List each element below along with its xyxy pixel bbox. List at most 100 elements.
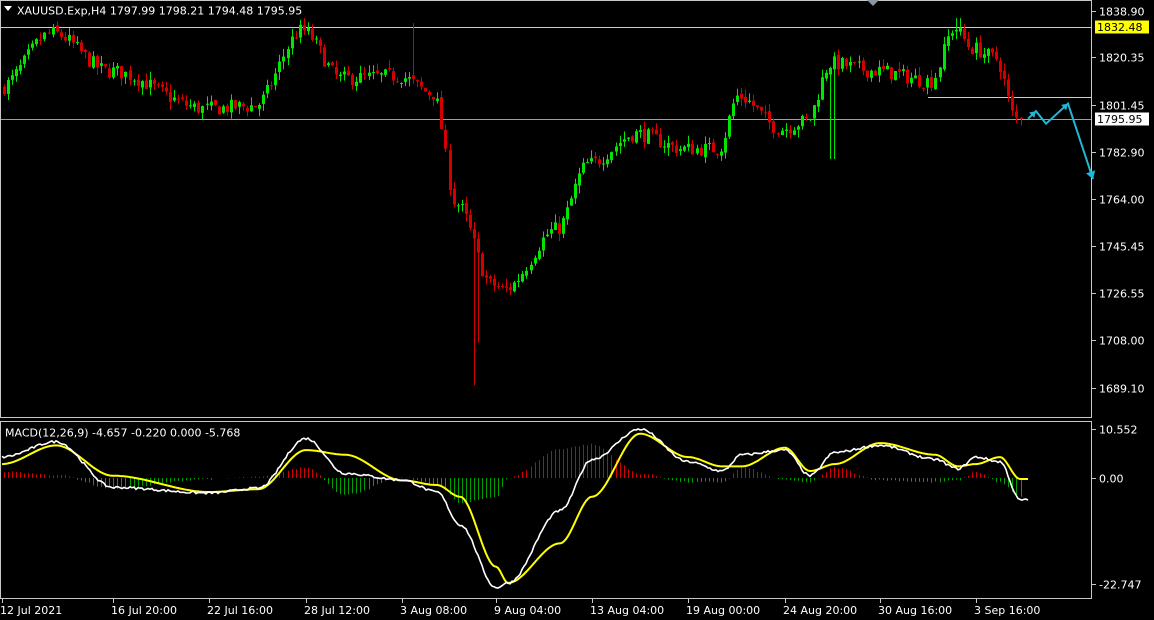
candle-body	[465, 202, 468, 214]
time-tick-label: 22 Jul 16:00	[207, 604, 273, 617]
candle-body	[987, 48, 990, 56]
price-tick-label: 1782.90	[1099, 147, 1145, 160]
candle-body	[254, 105, 257, 108]
candle-body	[671, 142, 674, 145]
candle-body	[343, 71, 346, 75]
candle-body	[943, 44, 946, 70]
candle-body	[655, 129, 658, 135]
candle-body	[299, 24, 302, 38]
candle-body	[902, 69, 905, 71]
candle-body	[821, 77, 824, 100]
candle-body	[485, 275, 488, 278]
candle-body	[740, 93, 743, 99]
candle-body	[19, 65, 22, 71]
candle-body	[129, 70, 132, 81]
candle-body	[898, 69, 901, 72]
candle-body	[501, 286, 504, 288]
candle-body	[833, 56, 836, 70]
candle-body	[76, 41, 79, 44]
candle-body	[133, 80, 136, 82]
candle-body	[530, 264, 533, 271]
candle-body	[141, 81, 144, 88]
candle-body	[161, 84, 164, 87]
candle-body	[412, 75, 415, 79]
candle-body	[643, 128, 646, 143]
candle-body	[303, 25, 306, 31]
candle-body	[558, 223, 561, 234]
candle-body	[489, 276, 492, 279]
candle-body	[424, 88, 427, 92]
candle-body	[311, 29, 314, 40]
candle-body	[708, 142, 711, 144]
candle-body	[1011, 95, 1014, 111]
candle-body	[363, 73, 366, 75]
price-tick-label: 1801.45	[1099, 100, 1145, 113]
candle-body	[226, 105, 229, 113]
candle-body	[983, 54, 986, 58]
time-tick-label: 16 Jul 20:00	[111, 604, 177, 617]
price-tick-label: 1689.10	[1099, 383, 1145, 396]
candle-body	[96, 55, 99, 68]
candle-body	[432, 96, 435, 100]
candle-body	[250, 105, 253, 112]
candle-body	[967, 38, 970, 48]
candle-body	[756, 105, 759, 108]
candle-body	[497, 286, 500, 288]
candle-body	[894, 71, 897, 81]
candle-body	[955, 29, 958, 32]
candle-body	[1007, 79, 1010, 96]
candle-body	[266, 84, 269, 94]
candle-body	[295, 37, 298, 39]
candle-body	[659, 134, 662, 148]
candle-body	[930, 76, 933, 88]
candle-body	[610, 152, 613, 161]
candle-body	[1020, 117, 1023, 119]
candle-body	[124, 71, 127, 77]
candle-body	[104, 64, 107, 67]
candle-body	[525, 270, 528, 276]
candle-body	[238, 102, 241, 107]
price-tick-label: 1745.45	[1099, 241, 1145, 254]
candle-body	[801, 115, 804, 127]
candle-body	[505, 286, 508, 288]
candle-body	[805, 116, 808, 119]
candle-body	[538, 250, 541, 259]
candle-body	[258, 104, 261, 109]
candle-body	[849, 61, 852, 66]
candle-body	[384, 69, 387, 75]
candle-body	[704, 143, 707, 158]
candle-body	[720, 151, 723, 156]
candle-body	[120, 65, 123, 79]
candle-body	[858, 61, 861, 63]
candle-body	[206, 103, 209, 105]
macd-header: MACD(12,26,9) -4.657 -0.220 0.000 -5.768	[5, 427, 240, 440]
candle-body	[813, 105, 816, 119]
candle-body	[878, 66, 881, 76]
candle-body	[918, 74, 921, 87]
candle-body	[728, 115, 731, 137]
candle-body	[68, 34, 71, 41]
time-tick-label: 9 Aug 04:00	[494, 604, 561, 617]
candle-body	[210, 101, 213, 106]
candle-body	[578, 173, 581, 186]
price-tick-label: 1764.00	[1099, 194, 1145, 207]
candle-body	[663, 146, 666, 148]
candle-body	[372, 72, 375, 74]
trading-chart[interactable]: 1838.90 1820.35 1801.45 1782.90 1764.00 1745.…	[0, 0, 1154, 620]
time-tick-label: 30 Aug 16:00	[878, 604, 952, 617]
candle-body	[562, 218, 565, 234]
candle-body	[870, 70, 873, 78]
candle-body	[594, 156, 597, 159]
candle-body	[396, 81, 399, 83]
candle-body	[951, 33, 954, 36]
candle-body	[72, 34, 75, 43]
price-tick-label: 1820.35	[1099, 52, 1145, 65]
candle-body	[214, 100, 217, 105]
candle-body	[550, 229, 553, 234]
candle-body	[84, 49, 87, 53]
candle-body	[404, 78, 407, 82]
candle-body	[724, 138, 727, 153]
candle-body	[461, 204, 464, 206]
candle-body	[687, 143, 690, 148]
candle-body	[841, 57, 844, 69]
